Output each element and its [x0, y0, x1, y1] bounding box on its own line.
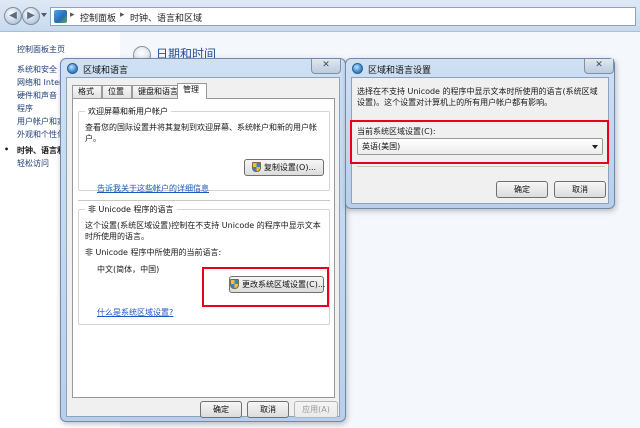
back-arrow-icon[interactable]: ◀	[4, 7, 22, 25]
sidebar-item-programs[interactable]: 程序	[17, 103, 33, 114]
group-title: 欢迎屏幕和新用户帐户	[85, 106, 171, 117]
tab-formats[interactable]: 格式	[72, 85, 102, 98]
group-title: 非 Unicode 程序的语言	[85, 204, 177, 215]
close-button[interactable]: ✕	[584, 59, 614, 74]
dialog-body: 格式 位置 键盘和语言 管理 欢迎屏幕和新用户帐户 查看您的国际设置并将其复制到…	[66, 77, 340, 418]
highlight-box	[350, 120, 609, 164]
locale-description: 选择在不支持 Unicode 的程序中显示文本时所使用的语言(系统区域设置)。这…	[357, 87, 598, 107]
divider	[78, 200, 330, 201]
unicode-description: 这个设置(系统区域设置)控制在不支持 Unicode 的程序中显示文本时所使用的…	[85, 221, 321, 241]
sidebar-item-user-accounts[interactable]: 用户帐户和家	[17, 116, 65, 127]
current-language-label: 非 Unicode 程序中所使用的当前语言:	[85, 248, 222, 257]
uac-shield-icon	[251, 162, 261, 172]
breadcrumb-separator[interactable]: ▸	[70, 10, 75, 20]
window-title: 区域和语言设置	[368, 66, 432, 76]
tab-keyboards[interactable]: 键盘和语言	[132, 85, 178, 98]
divider	[357, 166, 605, 167]
breadcrumb-clock-language-region[interactable]: 时钟、语言和区域	[130, 11, 202, 24]
history-dropdown-icon[interactable]	[41, 13, 47, 17]
close-button[interactable]: ✕	[311, 59, 341, 74]
globe-icon	[67, 63, 78, 74]
tab-administrative[interactable]: 管理	[177, 83, 207, 99]
sidebar-item-ease-of-access[interactable]: 轻松访问	[17, 158, 49, 169]
sidebar-item-appearance[interactable]: 外观和个性化	[17, 129, 65, 140]
address-bar[interactable]: ▸ 控制面板 ▸ 时钟、语言和区域	[50, 7, 636, 26]
tab-location[interactable]: 位置	[102, 85, 132, 98]
sidebar-current-bullet: •	[4, 145, 10, 154]
ok-button[interactable]: 确定	[496, 181, 548, 198]
breadcrumb-separator[interactable]: ▸	[120, 10, 125, 20]
welcome-description: 查看您的国际设置并将其复制到欢迎屏幕、系统帐户和新的用户帐户。	[85, 123, 317, 143]
sidebar-item-home[interactable]: 控制面板主页	[17, 44, 65, 55]
copy-settings-button[interactable]: 复制设置(O)...	[244, 159, 324, 176]
explorer-toolbar: ◀ ▶ ▸ 控制面板 ▸ 时钟、语言和区域	[0, 0, 640, 32]
cancel-button[interactable]: 取消	[247, 401, 289, 418]
welcome-screen-group: 欢迎屏幕和新用户帐户 查看您的国际设置并将其复制到欢迎屏幕、系统帐户和新的用户帐…	[78, 106, 330, 194]
sidebar-item-system-security[interactable]: 系统和安全	[17, 64, 57, 75]
current-language-value: 中文(简体，中国)	[97, 265, 160, 274]
breadcrumb-control-panel[interactable]: 控制面板	[80, 11, 116, 24]
region-language-window: 区域和语言 ✕ 格式 位置 键盘和语言 管理 欢迎屏幕和新用户帐户 查看您的国际…	[60, 58, 346, 422]
accounts-info-link[interactable]: 告诉我关于这些帐户的详细信息	[97, 183, 209, 194]
globe-icon	[352, 63, 363, 74]
sidebar-item-hardware[interactable]: 硬件和声音	[17, 90, 57, 101]
administrative-panel: 欢迎屏幕和新用户帐户 查看您的国际设置并将其复制到欢迎屏幕、系统帐户和新的用户帐…	[72, 98, 335, 398]
what-is-system-locale-link[interactable]: 什么是系统区域设置?	[97, 307, 173, 318]
cancel-button[interactable]: 取消	[554, 181, 606, 198]
button-label: 复制设置(O)...	[263, 163, 317, 172]
sidebar-item-clock-language[interactable]: 时钟、语言和	[17, 145, 65, 156]
apply-button[interactable]: 应用(A)	[294, 401, 338, 418]
ok-button[interactable]: 确定	[200, 401, 242, 418]
control-panel-icon	[54, 10, 67, 23]
forward-arrow-icon[interactable]: ▶	[22, 7, 40, 25]
highlight-box	[202, 267, 329, 307]
window-title: 区域和语言	[83, 66, 129, 76]
